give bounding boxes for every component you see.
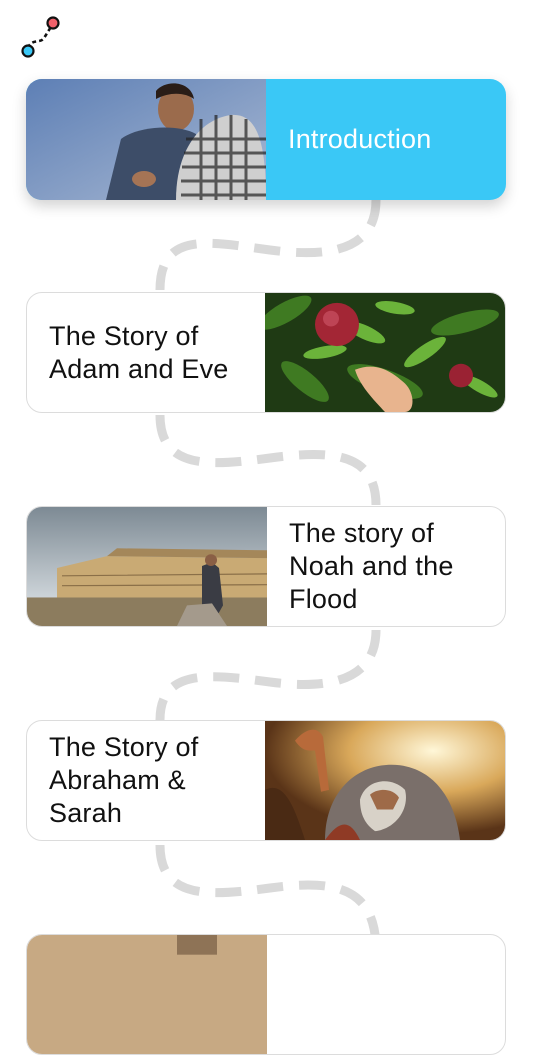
lesson-card-noah-and-the-flood[interactable]: The story of Noah and the Flood — [26, 506, 506, 627]
lesson-title: The Story of Abraham & Sarah — [49, 732, 199, 828]
lesson-card-abraham-and-sarah[interactable]: The Story of Abraham & Sarah — [26, 720, 506, 841]
lesson-card-adam-and-eve[interactable]: The Story of Adam and Eve — [26, 292, 506, 413]
lesson-card-introduction[interactable]: Introduction — [26, 79, 506, 200]
lesson-card-next[interactable] — [26, 934, 506, 1055]
lesson-title: The story of Noah and the Flood — [289, 518, 454, 614]
lesson-title — [267, 935, 505, 1054]
pomegranate-tree-photo — [265, 293, 505, 412]
lesson-title: Introduction — [288, 124, 432, 154]
abraham-illustration — [265, 721, 505, 840]
next-lesson-photo — [27, 935, 267, 1054]
route-path-icon — [21, 16, 60, 58]
lesson-title: The Story of Adam and Eve — [49, 320, 229, 384]
man-in-desert-photo — [26, 79, 266, 200]
ark-and-man-photo — [27, 507, 267, 626]
